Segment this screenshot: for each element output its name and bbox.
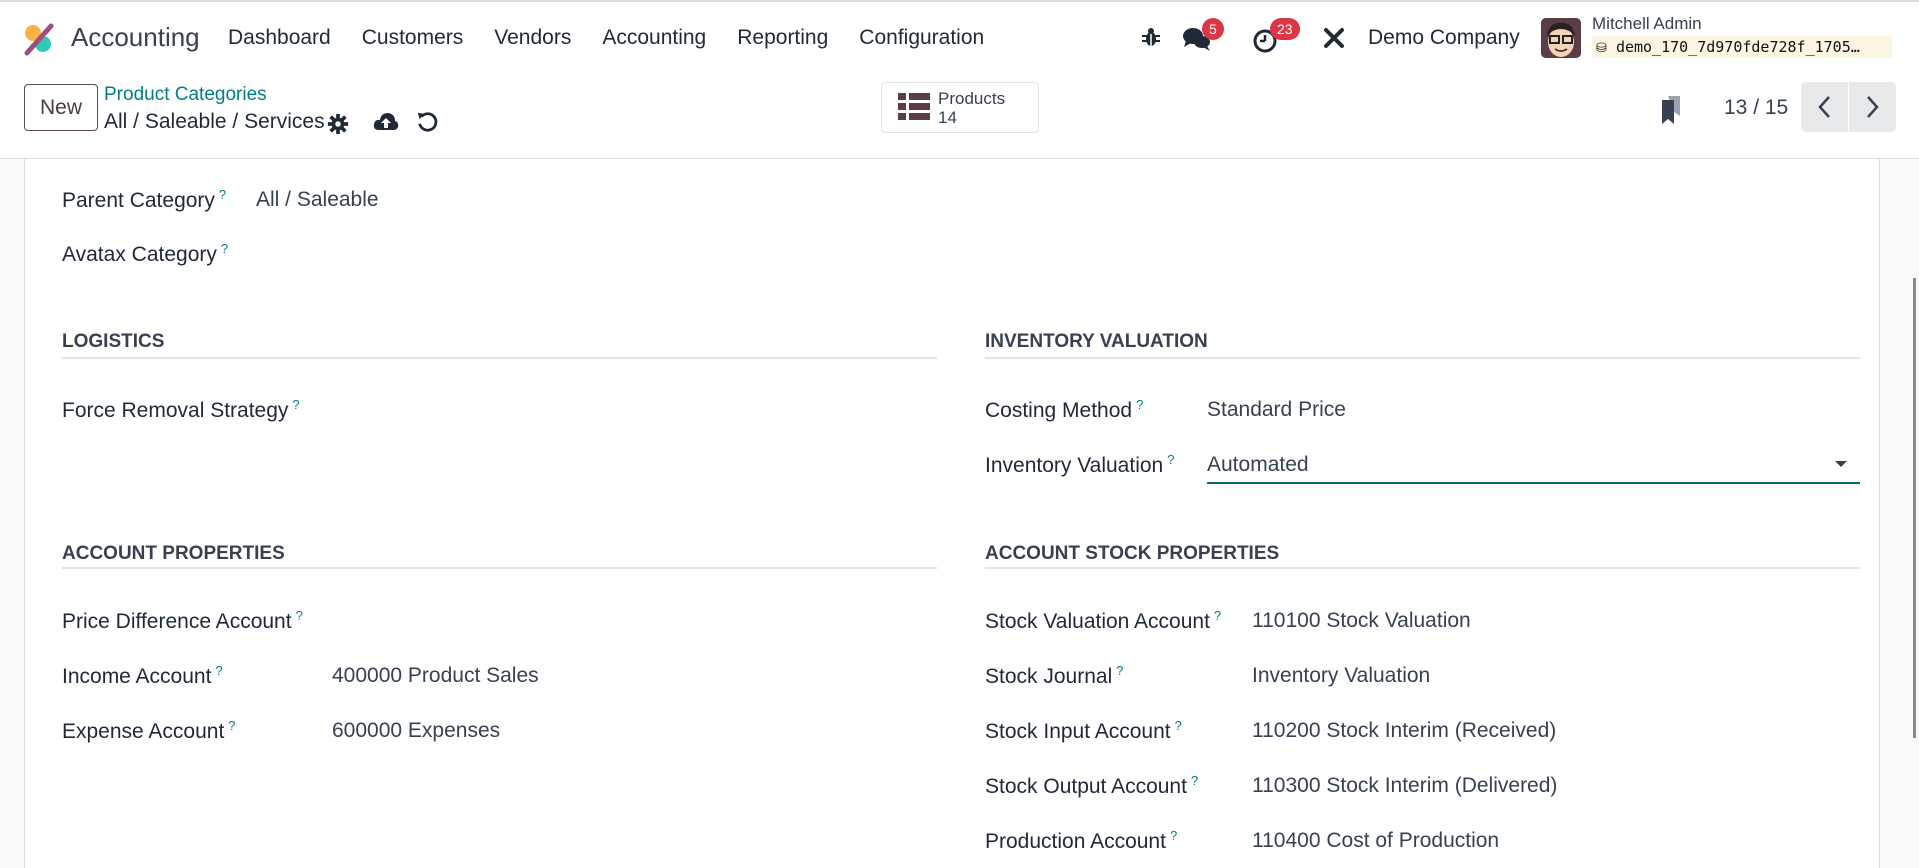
field-label-income-account: Income Account?: [62, 663, 223, 688]
breadcrumb-product-categories[interactable]: Product Categories: [104, 84, 267, 106]
help-icon[interactable]: ?: [1170, 828, 1177, 843]
field-value-stock-valuation-account[interactable]: 110100 Stock Valuation: [1252, 609, 1471, 633]
field-value-force-removal-strategy[interactable]: [325, 397, 925, 423]
record-title: All / Saleable / Services: [104, 110, 325, 133]
user-avatar[interactable]: [1541, 18, 1581, 58]
gear-icon[interactable]: [327, 113, 349, 135]
field-value-expense-account[interactable]: 600000 Expenses: [332, 719, 500, 743]
cloud-upload-icon[interactable]: [373, 110, 399, 134]
field-value-costing-method[interactable]: Standard Price: [1207, 398, 1346, 422]
tools-icon[interactable]: [1322, 26, 1346, 50]
user-name[interactable]: Mitchell Admin: [1592, 14, 1702, 34]
discard-undo-icon[interactable]: [416, 111, 438, 133]
main-menu: Dashboard Customers Vendors Accounting R…: [228, 26, 984, 50]
menu-configuration[interactable]: Configuration: [859, 26, 984, 50]
chevron-left-icon: [1818, 96, 1830, 118]
app-logo-icon[interactable]: [22, 22, 56, 56]
field-label-inventory-valuation: Inventory Valuation?: [985, 452, 1175, 477]
field-label-production-account: Production Account?: [985, 828, 1178, 853]
help-icon[interactable]: ?: [228, 718, 235, 733]
dropdown-caret-icon: [1835, 461, 1847, 467]
menu-reporting[interactable]: Reporting: [737, 26, 828, 50]
field-value-price-difference-account[interactable]: [332, 608, 932, 634]
company-switcher[interactable]: Demo Company: [1368, 26, 1520, 50]
database-name: ⛁ demo_170_7d970fde728f_1705…: [1592, 36, 1892, 58]
activities-button[interactable]: 23: [1252, 18, 1312, 56]
form-view: Parent Category? All / Saleable Avatax C…: [0, 159, 1919, 868]
select-underline: [1207, 482, 1860, 484]
help-icon[interactable]: ?: [1175, 718, 1182, 733]
field-label-avatax-category: Avatax Category?: [62, 241, 229, 266]
section-title-account-properties: ACCOUNT PROPERTIES: [62, 543, 285, 564]
menu-vendors[interactable]: Vendors: [494, 26, 571, 50]
app-name[interactable]: Accounting: [71, 22, 200, 53]
field-label-expense-account: Expense Account?: [62, 718, 236, 743]
field-label-price-difference-account: Price Difference Account?: [62, 608, 303, 633]
help-icon[interactable]: ?: [219, 187, 226, 202]
section-divider: [62, 357, 937, 359]
messages-count-badge: 5: [1202, 18, 1224, 40]
menu-customers[interactable]: Customers: [362, 26, 464, 50]
products-smart-button[interactable]: Products 14: [881, 82, 1039, 133]
field-label-costing-method: Costing Method?: [985, 397, 1144, 422]
section-divider: [62, 567, 937, 569]
field-value-stock-input-account[interactable]: 110200 Stock Interim (Received): [1252, 719, 1556, 743]
field-value-income-account[interactable]: 400000 Product Sales: [332, 664, 539, 688]
help-icon[interactable]: ?: [1167, 452, 1174, 467]
pager-previous-button[interactable]: [1801, 82, 1848, 132]
smart-button-count: 14: [938, 108, 957, 127]
scrollbar-thumb[interactable]: [1913, 278, 1916, 738]
field-value-parent-category[interactable]: All / Saleable: [256, 188, 379, 212]
section-title-inventory-valuation: INVENTORY VALUATION: [985, 331, 1208, 352]
new-button[interactable]: New: [24, 84, 98, 131]
activities-count-badge: 23: [1270, 18, 1300, 40]
form-sheet: Parent Category? All / Saleable Avatax C…: [24, 159, 1880, 868]
inventory-valuation-select[interactable]: Automated: [1207, 445, 1860, 485]
section-divider: [985, 567, 1860, 569]
help-icon[interactable]: ?: [1116, 663, 1123, 678]
debug-icon[interactable]: [1140, 26, 1162, 48]
messages-button[interactable]: 5: [1182, 18, 1232, 56]
help-icon[interactable]: ?: [1136, 397, 1143, 412]
menu-dashboard[interactable]: Dashboard: [228, 26, 331, 50]
section-divider: [985, 357, 1860, 359]
field-label-force-removal-strategy: Force Removal Strategy?: [62, 397, 300, 422]
section-title-logistics: LOGISTICS: [62, 331, 165, 352]
field-value-avatax-category[interactable]: [256, 241, 856, 267]
database-icon: ⛁: [1596, 41, 1607, 56]
list-icon: [898, 93, 930, 120]
menu-accounting[interactable]: Accounting: [602, 26, 706, 50]
smart-button-label: Products: [938, 89, 1006, 108]
help-icon[interactable]: ?: [1214, 608, 1221, 623]
control-panel: New Product Categories All / Saleable / …: [0, 74, 1919, 159]
field-label-stock-output-account: Stock Output Account?: [985, 773, 1199, 798]
field-label-stock-valuation-account: Stock Valuation Account?: [985, 608, 1222, 633]
help-icon[interactable]: ?: [215, 663, 222, 678]
inventory-valuation-selected: Automated: [1207, 453, 1309, 476]
bookmark-icon[interactable]: [1660, 96, 1682, 124]
help-icon[interactable]: ?: [292, 397, 299, 412]
section-title-account-stock-properties: ACCOUNT STOCK PROPERTIES: [985, 543, 1280, 564]
chevron-right-icon: [1867, 96, 1879, 118]
pager-next-button[interactable]: [1849, 82, 1896, 132]
field-label-parent-category: Parent Category?: [62, 187, 227, 212]
help-icon[interactable]: ?: [1191, 773, 1198, 788]
help-icon[interactable]: ?: [296, 608, 303, 623]
field-value-stock-output-account[interactable]: 110300 Stock Interim (Delivered): [1252, 774, 1557, 798]
top-navbar: Accounting Dashboard Customers Vendors A…: [0, 0, 1919, 74]
help-icon[interactable]: ?: [221, 241, 228, 256]
field-value-production-account[interactable]: 110400 Cost of Production: [1252, 829, 1499, 853]
field-value-stock-journal[interactable]: Inventory Valuation: [1252, 664, 1430, 688]
avatar-face-icon: [1541, 18, 1581, 58]
field-label-stock-input-account: Stock Input Account?: [985, 718, 1182, 743]
field-label-stock-journal: Stock Journal?: [985, 663, 1124, 688]
pager-value[interactable]: 13 / 15: [1724, 96, 1788, 120]
